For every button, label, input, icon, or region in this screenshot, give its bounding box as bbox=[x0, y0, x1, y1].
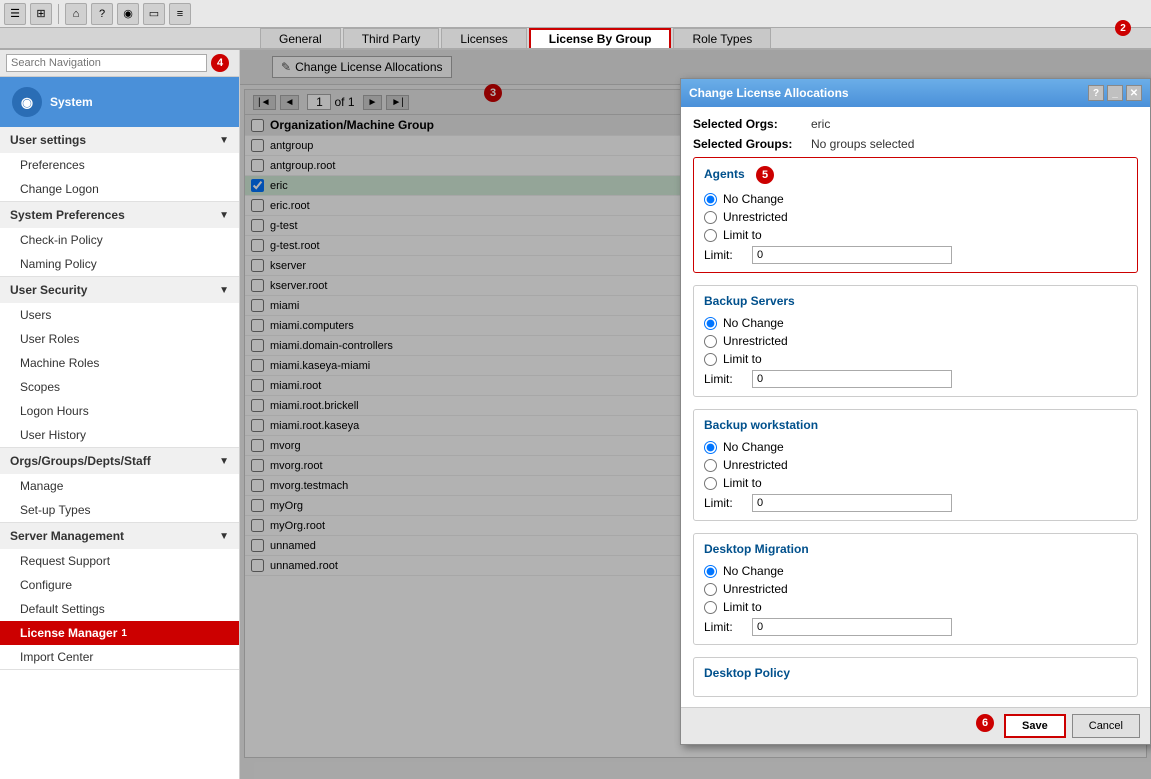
backup-servers-section: Backup Servers No Change Unrestricted Li… bbox=[693, 285, 1138, 397]
menu-icon[interactable]: ☰ bbox=[4, 3, 26, 25]
top-toolbar: ☰ ⊞ ⌂ ? ◉ ▭ ≡ bbox=[0, 0, 1151, 28]
content-area: 3 ✎ Change License Allocations |◄ ◄ of 1… bbox=[240, 50, 1151, 779]
selected-groups-row: Selected Groups: No groups selected bbox=[693, 137, 1138, 151]
modal-minimize-button[interactable]: _ bbox=[1107, 85, 1123, 101]
more-icon[interactable]: ≡ bbox=[169, 3, 191, 25]
change-license-modal: Change License Allocations ? _ ✕ Selecte… bbox=[680, 78, 1151, 745]
backup-workstation-limit-to: Limit to bbox=[704, 476, 1127, 490]
modal-help-button[interactable]: ? bbox=[1088, 85, 1104, 101]
sidebar: 4 ◉ System User settings ▼ Preferences C… bbox=[0, 50, 240, 779]
tab-licenses[interactable]: Licenses bbox=[441, 28, 526, 48]
system-icon: ◉ bbox=[12, 87, 42, 117]
sidebar-item-scopes[interactable]: Scopes bbox=[0, 375, 239, 399]
step-5-badge: 5 bbox=[756, 166, 774, 184]
sidebar-item-setup-types[interactable]: Set-up Types bbox=[0, 498, 239, 522]
chevron-down-icon: ▼ bbox=[219, 531, 229, 542]
agents-section: Agents 5 No Change Unrestricted bbox=[693, 157, 1138, 273]
backup-workstation-unrestricted: Unrestricted bbox=[704, 458, 1127, 472]
desktop-migration-limit-row: Limit: bbox=[704, 618, 1127, 636]
monitor-icon[interactable]: ▭ bbox=[143, 3, 165, 25]
settings-icon[interactable]: ◉ bbox=[117, 3, 139, 25]
tab-general[interactable]: General bbox=[260, 28, 341, 48]
search-input[interactable] bbox=[6, 54, 207, 72]
tab-role-types[interactable]: Role Types bbox=[673, 28, 771, 48]
system-header: ◉ System bbox=[0, 77, 239, 127]
save-button[interactable]: Save bbox=[1004, 714, 1066, 738]
section-orgs: Orgs/Groups/Depts/Staff ▼ Manage Set-up … bbox=[0, 448, 239, 523]
modal-title: Change License Allocations bbox=[689, 86, 849, 100]
main-layout: 4 ◉ System User settings ▼ Preferences C… bbox=[0, 50, 1151, 779]
desktop-migration-section: Desktop Migration No Change Unrestricted… bbox=[693, 533, 1138, 645]
sidebar-item-machine-roles[interactable]: Machine Roles bbox=[0, 351, 239, 375]
sidebar-item-user-roles[interactable]: User Roles bbox=[0, 327, 239, 351]
user-settings-header[interactable]: User settings ▼ bbox=[0, 127, 239, 153]
backup-workstation-section: Backup workstation No Change Unrestricte… bbox=[693, 409, 1138, 521]
sidebar-item-license-manager[interactable]: License Manager 1 bbox=[0, 621, 239, 645]
chevron-down-icon: ▼ bbox=[219, 210, 229, 221]
agents-no-change-radio: No Change bbox=[704, 192, 1127, 206]
sidebar-item-configure[interactable]: Configure bbox=[0, 573, 239, 597]
modal-footer: 6 Save Cancel bbox=[681, 707, 1150, 744]
modal-title-bar: Change License Allocations ? _ ✕ bbox=[681, 79, 1150, 107]
step-6-badge: 6 bbox=[976, 714, 994, 732]
sidebar-item-naming-policy[interactable]: Naming Policy bbox=[0, 252, 239, 276]
user-security-header[interactable]: User Security ▼ bbox=[0, 277, 239, 303]
help-icon[interactable]: ? bbox=[91, 3, 113, 25]
agents-limit-input[interactable] bbox=[752, 246, 952, 264]
sidebar-item-manage[interactable]: Manage bbox=[0, 474, 239, 498]
system-label: System bbox=[50, 95, 93, 109]
sidebar-item-user-history[interactable]: User History bbox=[0, 423, 239, 447]
desktop-policy-section: Desktop Policy bbox=[693, 657, 1138, 697]
agents-limit-row: Limit: bbox=[704, 246, 1127, 264]
backup-workstation-no-change: No Change bbox=[704, 440, 1127, 454]
chevron-down-icon: ▼ bbox=[219, 285, 229, 296]
search-nav: 4 bbox=[0, 50, 239, 77]
server-mgmt-header[interactable]: Server Management ▼ bbox=[0, 523, 239, 549]
section-user-settings: User settings ▼ Preferences Change Logon bbox=[0, 127, 239, 202]
tab-third-party[interactable]: Third Party bbox=[343, 28, 440, 48]
separator bbox=[58, 4, 59, 24]
modal-overlay: Change License Allocations ? _ ✕ Selecte… bbox=[240, 50, 1151, 779]
sidebar-item-checkin-policy[interactable]: Check-in Policy bbox=[0, 228, 239, 252]
section-server-mgmt: Server Management ▼ Request Support Conf… bbox=[0, 523, 239, 670]
desktop-migration-limit-to: Limit to bbox=[704, 600, 1127, 614]
sidebar-item-import-center[interactable]: Import Center bbox=[0, 645, 239, 669]
sidebar-item-request-support[interactable]: Request Support bbox=[0, 549, 239, 573]
chevron-down-icon: ▼ bbox=[219, 135, 229, 146]
chevron-down-icon: ▼ bbox=[219, 456, 229, 467]
sidebar-item-default-settings[interactable]: Default Settings bbox=[0, 597, 239, 621]
desktop-migration-no-change: No Change bbox=[704, 564, 1127, 578]
sidebar-item-logon-hours[interactable]: Logon Hours bbox=[0, 399, 239, 423]
desktop-migration-unrestricted: Unrestricted bbox=[704, 582, 1127, 596]
backup-servers-unrestricted: Unrestricted bbox=[704, 334, 1127, 348]
desktop-migration-limit-input[interactable] bbox=[752, 618, 952, 636]
backup-servers-limit-row: Limit: bbox=[704, 370, 1127, 388]
tab-license-by-group[interactable]: License By Group 2 bbox=[529, 28, 672, 48]
sidebar-item-preferences[interactable]: Preferences bbox=[0, 153, 239, 177]
tab-bar: General Third Party Licenses License By … bbox=[0, 28, 1151, 50]
grid-icon[interactable]: ⊞ bbox=[30, 3, 52, 25]
modal-body: Selected Orgs: eric Selected Groups: No … bbox=[681, 107, 1150, 707]
modal-close-button[interactable]: ✕ bbox=[1126, 85, 1142, 101]
home-icon[interactable]: ⌂ bbox=[65, 3, 87, 25]
system-preferences-header[interactable]: System Preferences ▼ bbox=[0, 202, 239, 228]
agents-unrestricted-radio: Unrestricted bbox=[704, 210, 1127, 224]
orgs-header[interactable]: Orgs/Groups/Depts/Staff ▼ bbox=[0, 448, 239, 474]
step-2-badge: 2 bbox=[1115, 20, 1131, 36]
agents-limit-to-radio: Limit to bbox=[704, 228, 1127, 242]
step-4-badge: 4 bbox=[211, 54, 229, 72]
backup-workstation-limit-row: Limit: bbox=[704, 494, 1127, 512]
backup-servers-no-change: No Change bbox=[704, 316, 1127, 330]
backup-servers-limit-input[interactable] bbox=[752, 370, 952, 388]
modal-controls: ? _ ✕ bbox=[1088, 85, 1142, 101]
sidebar-item-users[interactable]: Users bbox=[0, 303, 239, 327]
sidebar-item-change-logon[interactable]: Change Logon bbox=[0, 177, 239, 201]
backup-workstation-limit-input[interactable] bbox=[752, 494, 952, 512]
section-user-security: User Security ▼ Users User Roles Machine… bbox=[0, 277, 239, 448]
selected-orgs-row: Selected Orgs: eric bbox=[693, 117, 1138, 131]
section-system-preferences: System Preferences ▼ Check-in Policy Nam… bbox=[0, 202, 239, 277]
backup-servers-limit-to: Limit to bbox=[704, 352, 1127, 366]
cancel-button[interactable]: Cancel bbox=[1072, 714, 1140, 738]
